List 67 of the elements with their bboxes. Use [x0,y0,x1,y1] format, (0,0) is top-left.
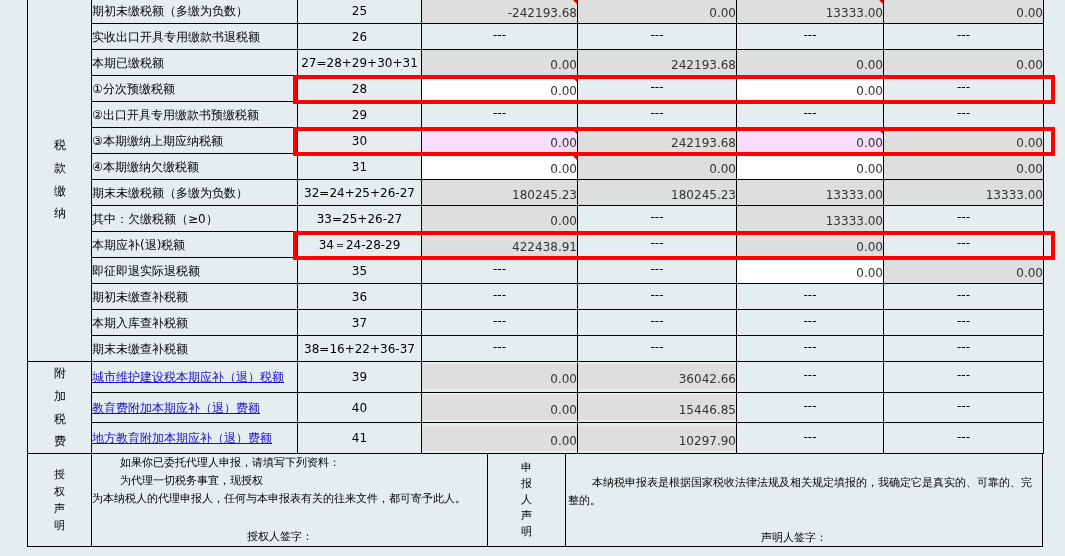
line-number: 35 [351,263,368,278]
amount-cell: 10297.90 [578,425,736,451]
amount-cell: 13333.00 [737,0,883,23]
line-number: 25 [351,3,368,18]
line-number: 31 [351,159,368,174]
authorization-text: 为本纳税人的代理申报人，任何与本申报表有关的往来文件，都可寄予此人。 [92,491,467,508]
amount-cell: 15446.85 [578,395,736,421]
row-label: ①分次预缴税额 [92,81,175,96]
line-number: 32=24+25+26-27 [304,185,415,200]
signature-label: 授权人签字： [246,529,313,546]
amount-cell: 0.00 [578,0,736,23]
amount-cell: 0.00 [884,0,1043,23]
section-title: 申报人声明 [521,460,532,541]
section-title: 税款缴纳 [53,136,66,223]
amount-cell: 0.00 [422,425,577,451]
line-number: 36 [351,289,368,304]
row-label: 期末未缴税额（多缴为负数） [92,185,248,200]
amount-cell: 0.00 [884,50,1043,75]
line-number: 30 [351,133,368,148]
row-label: 实收出口开具专用缴款书退税额 [92,29,260,44]
row-label: ④本期缴纳欠缴税额 [92,159,199,174]
line-number: 26 [351,29,368,44]
line-number: 27=28+29+30+31 [301,55,418,70]
row-label: 本期应补(退)税额 [92,237,186,252]
line-number: 41 [351,431,368,446]
row-label: ③本期缴纳上期应纳税额 [92,133,223,148]
row-label: 期初未缴税额（多缴为负数） [92,3,248,18]
amount-input[interactable]: 0.00 [422,154,577,179]
line-number: 33=25+26-27 [316,211,403,226]
amount-cell: 0.00 [422,50,577,75]
amount-cell: 13333.00 [737,206,883,231]
row-label: 期末未缴查补税额 [92,341,188,356]
authorization-text: 如果你已委托代理人申报，请填写下列资料： [119,455,341,472]
row-label: 其中：欠缴税额（≥0） [92,211,218,226]
amount-cell: -242193.68 [422,0,577,23]
line-number: 40 [351,400,368,415]
row-label: ②出口开具专用缴款书预缴税额 [92,107,259,122]
line-number: 38=16+22+36-37 [304,341,415,356]
line-number: 37 [351,315,368,330]
amount-cell: 0.00 [422,206,577,231]
amount-input[interactable]: 0.00 [737,258,883,283]
amount-cell: 0.00 [737,50,883,75]
amount-cell: 36042.66 [578,364,736,390]
line-number: 39 [351,369,368,384]
row-label: 本期入库查补税额 [92,315,188,330]
signature-label: 声明人签字： [761,529,827,546]
amount-cell: 0.00 [422,395,577,421]
line-number: 29 [351,107,368,122]
amount-cell: 0.00 [578,154,736,179]
amount-cell: 13333.00 [884,180,1043,205]
section-title: 附加税费 [53,365,66,451]
line-number: 34＝24-28-29 [318,237,401,252]
amount-cell: 242193.68 [578,50,736,75]
amount-cell: 0.00 [422,364,577,390]
section-title: 授权声明 [54,467,65,535]
amount-input[interactable]: 0.00 [737,154,883,179]
line-number: 28 [351,81,368,96]
amount-cell: 13333.00 [737,180,883,205]
amount-cell: 180245.23 [578,180,736,205]
row-label: 即征即退实际退税额 [92,263,200,278]
authorization-text: 为代理一切税务事宜，现授权 [119,473,264,490]
declaration-text: 本纳税申报表是根据国家税收法律法规及相关规定填报的，我确定它是真实的、可靠的、完整的。 [568,475,1033,510]
amount-cell: 0.00 [884,258,1043,283]
amount-cell: 180245.23 [422,180,577,205]
row-label: 本期已缴税额 [92,55,164,70]
amount-cell: 0.00 [884,154,1043,179]
row-label: 期初未缴查补税额 [92,289,188,304]
